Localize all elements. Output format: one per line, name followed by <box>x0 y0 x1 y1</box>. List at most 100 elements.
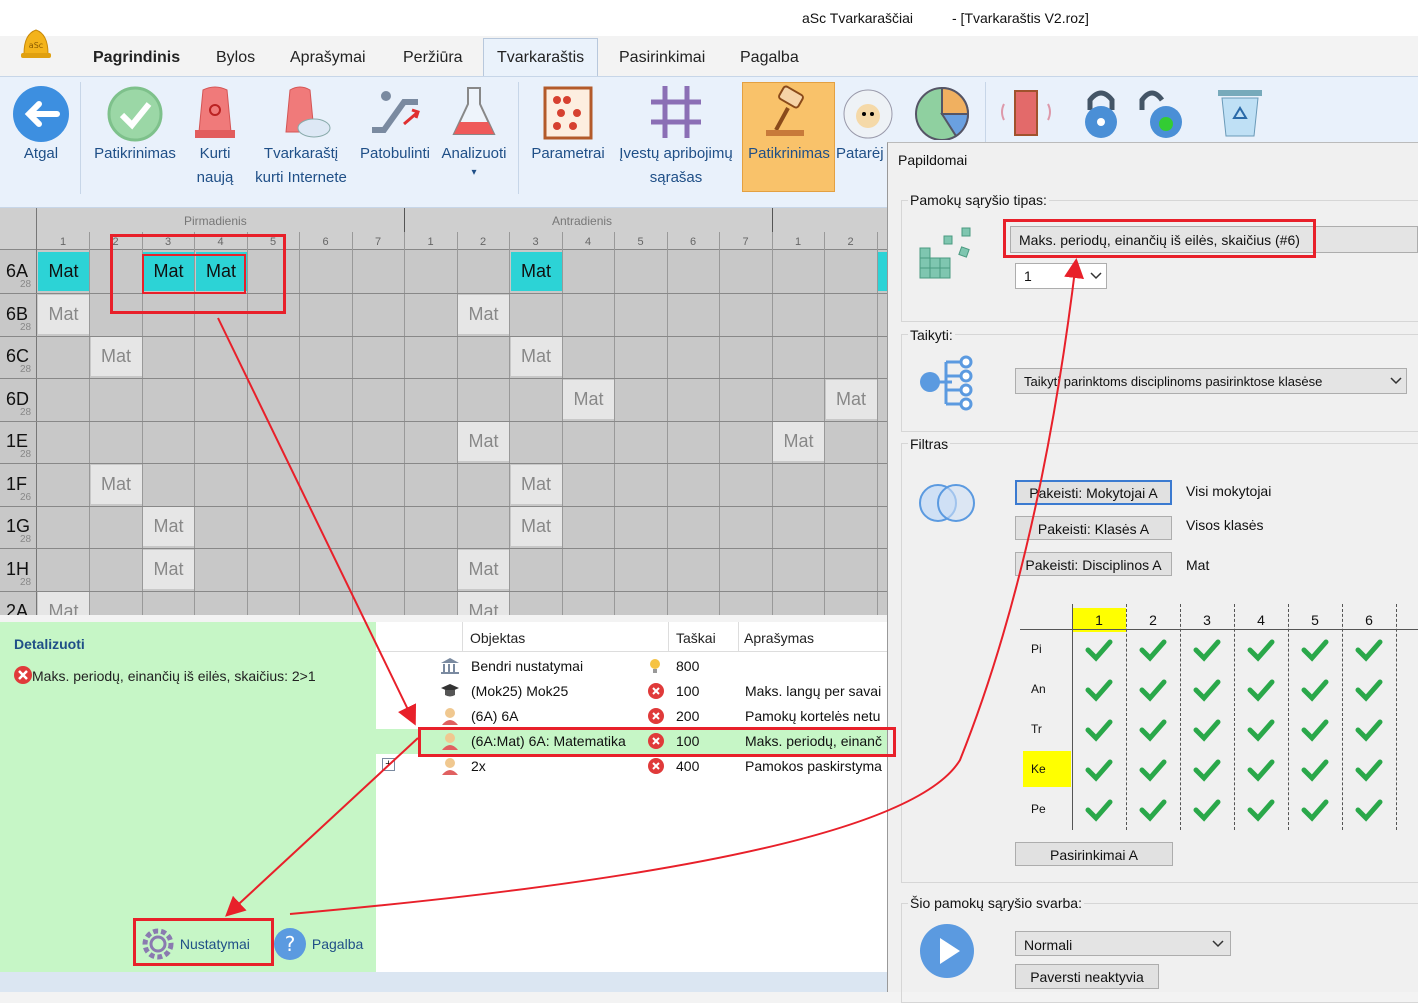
lesson-card[interactable]: Mat <box>510 337 562 376</box>
advice-button[interactable]: Patarėj <box>836 80 893 166</box>
change-teachers-button[interactable]: Pakeisti: Mokytojai A <box>1015 480 1172 505</box>
time-slot-checkbox[interactable] <box>1072 790 1126 830</box>
lesson-card[interactable]: Mat <box>458 294 509 334</box>
lesson-card[interactable]: Mat <box>563 379 614 419</box>
analyze-dropdown-icon[interactable]: ▾ <box>436 166 512 180</box>
tab-aprasymai[interactable]: Aprašymai <box>290 49 366 67</box>
checkmark-icon <box>1301 679 1329 702</box>
lock-icon[interactable] <box>1074 84 1128 140</box>
time-slot-checkbox[interactable] <box>1072 750 1126 790</box>
time-slot-checkbox[interactable] <box>1234 790 1288 830</box>
checking-button[interactable]: Patikrinimas <box>744 80 834 166</box>
pie-chart-icon[interactable] <box>912 84 974 140</box>
time-slot-checkbox[interactable] <box>1288 750 1342 790</box>
tab-perziura[interactable]: Peržiūra <box>403 49 463 67</box>
time-slot-checkbox[interactable] <box>1234 670 1288 710</box>
change-classes-button[interactable]: Pakeisti: Klasės A <box>1015 516 1172 540</box>
column-points[interactable]: Taškai <box>676 630 716 646</box>
time-slot-checkbox[interactable] <box>1180 790 1234 830</box>
time-slot-checkbox[interactable] <box>1234 630 1288 670</box>
time-slot-checkbox[interactable] <box>1342 710 1396 750</box>
lesson-card[interactable]: Mat <box>458 422 509 461</box>
lesson-card[interactable]: Mat <box>90 337 142 376</box>
lesson-card[interactable]: Mat <box>825 379 877 419</box>
tab-bylos[interactable]: Bylos <box>216 49 255 67</box>
lesson-card[interactable]: Mat <box>143 507 194 546</box>
count-select[interactable]: 1 <box>1015 263 1107 289</box>
list-row[interactable]: (Mok25) Mok25 100 Maks. langų per savai <box>376 679 888 704</box>
time-slot-checkbox[interactable] <box>1126 670 1180 710</box>
apply-select[interactable]: Taikyti parinktoms disciplinoms pasirink… <box>1015 368 1407 394</box>
params-button[interactable]: Parametrai <box>526 80 610 166</box>
weight-select[interactable]: Normali <box>1015 931 1231 956</box>
lesson-card[interactable]: Mat <box>458 549 509 589</box>
analyze-button[interactable]: Analizuoti ▾ <box>436 80 512 180</box>
lesson-card[interactable]: Mat <box>510 507 562 546</box>
constraints-list-button[interactable]: Įvestų apribojimų sąrašas <box>612 80 740 190</box>
time-slot-checkbox[interactable] <box>1288 790 1342 830</box>
time-slot-checkbox[interactable] <box>1072 710 1126 750</box>
time-slot-checkbox[interactable] <box>1072 670 1126 710</box>
time-slot-checkbox[interactable] <box>1342 630 1396 670</box>
expand-icon[interactable]: + <box>382 758 395 771</box>
recycle-bin-icon[interactable] <box>1210 84 1270 140</box>
time-slot-checkbox[interactable] <box>1342 670 1396 710</box>
time-slot-checkbox[interactable] <box>1180 710 1234 750</box>
time-slot-checkbox[interactable] <box>1234 710 1288 750</box>
unlock-icon[interactable] <box>1132 84 1192 140</box>
time-slot-checkbox[interactable] <box>1126 750 1180 790</box>
tab-pagalba[interactable]: Pagalba <box>740 49 799 67</box>
time-slot-checkbox[interactable] <box>1126 630 1180 670</box>
tab-pagrindinis[interactable]: Pagrindinis <box>93 49 180 67</box>
deactivate-button[interactable]: Paversti neaktyvia <box>1015 964 1159 989</box>
constraint-list[interactable]: Objektas Taškai Aprašymas Bendri nustaty… <box>376 622 888 972</box>
lesson-card[interactable]: Mat <box>38 592 89 615</box>
day-row-label[interactable]: Pe <box>1023 791 1071 827</box>
time-slot-checkbox[interactable] <box>1126 710 1180 750</box>
time-slot-checkbox[interactable] <box>1288 710 1342 750</box>
time-slot-checkbox[interactable] <box>1234 750 1288 790</box>
class-row-label[interactable]: 2A <box>6 601 28 615</box>
day-row-label[interactable]: Pi <box>1023 631 1071 667</box>
time-slot-checkbox[interactable] <box>1342 750 1396 790</box>
lesson-card[interactable]: Mat <box>510 252 562 291</box>
create-online-button[interactable]: Tvarkaraštį kurti Internete <box>248 80 354 190</box>
time-slot-checkbox[interactable] <box>1072 630 1126 670</box>
time-slot-checkbox[interactable] <box>1180 750 1234 790</box>
tab-pasirinkimai[interactable]: Pasirinkimai <box>619 49 705 67</box>
day-row-label[interactable]: Tr <box>1023 711 1071 747</box>
lesson-card[interactable]: Mat <box>510 464 562 504</box>
period-number: 1 <box>59 236 67 248</box>
time-slot-checkbox[interactable] <box>1126 790 1180 830</box>
count-value: 1 <box>1024 268 1032 284</box>
lesson-card[interactable]: Mat <box>773 422 824 461</box>
back-button[interactable]: Atgal <box>6 80 76 166</box>
tab-tvarkarastis[interactable]: Tvarkaraštis <box>497 49 584 67</box>
app-logo-icon[interactable]: aSc <box>18 24 54 64</box>
lesson-card[interactable]: Mat <box>38 294 89 334</box>
column-object[interactable]: Objektas <box>470 630 525 646</box>
day-row-label[interactable]: Ke <box>1023 751 1071 787</box>
list-row[interactable]: +2x 400 Pamokos paskirstyma <box>376 754 888 779</box>
list-row[interactable]: Bendri nustatymai 800 <box>376 654 888 679</box>
lesson-card[interactable]: Mat <box>90 464 142 504</box>
time-slot-checkbox[interactable] <box>1288 630 1342 670</box>
options-button[interactable]: Pasirinkimai A <box>1015 842 1173 866</box>
time-slot-checkbox[interactable] <box>1180 630 1234 670</box>
create-new-button[interactable]: Kurti naują <box>186 80 244 190</box>
column-line <box>351 232 353 615</box>
lesson-card[interactable]: Mat <box>458 592 509 615</box>
door-icon[interactable] <box>996 84 1056 140</box>
day-row-label[interactable]: An <box>1023 671 1071 707</box>
improve-button[interactable]: Patobulinti <box>354 80 436 166</box>
time-slot-checkbox[interactable] <box>1288 670 1342 710</box>
lesson-card[interactable]: Mat <box>38 252 89 291</box>
time-slot-checkbox[interactable] <box>1180 670 1234 710</box>
change-subjects-button[interactable]: Pakeisti: Disciplinos A <box>1015 552 1172 576</box>
column-description[interactable]: Aprašymas <box>744 630 814 646</box>
lesson-card[interactable]: Mat <box>143 549 194 589</box>
list-row[interactable]: (6A) 6A 200 Pamokų kortelės netu <box>376 704 888 729</box>
check-button[interactable]: Patikrinimas <box>88 80 182 166</box>
help-button[interactable]: ? Pagalba <box>272 926 363 962</box>
time-slot-checkbox[interactable] <box>1342 790 1396 830</box>
